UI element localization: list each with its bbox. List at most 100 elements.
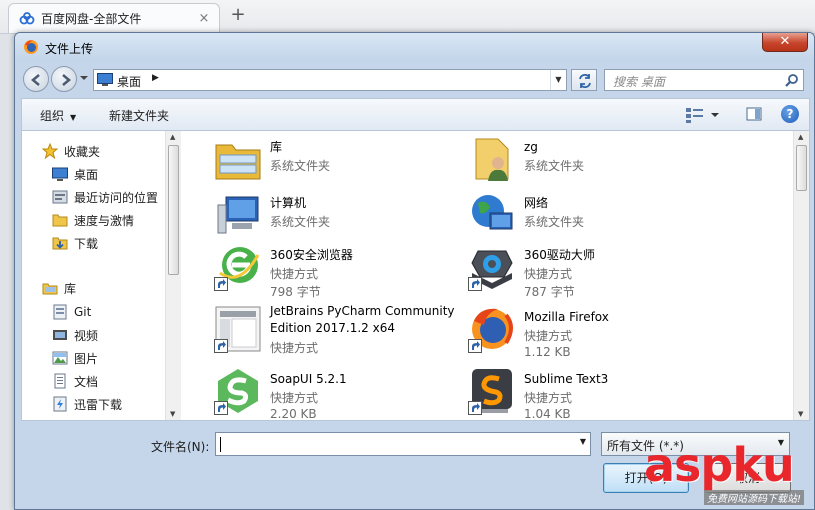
favorites-header[interactable]: 收藏夹 xyxy=(42,141,100,161)
sidebar-item-label: 桌面 xyxy=(74,167,99,182)
folder-icon xyxy=(52,214,68,227)
command-toolbar: 组织 ▼ 新建文件夹 ? xyxy=(21,98,810,130)
videos-icon xyxy=(53,330,67,340)
sidebar-item-desktop[interactable]: 桌面 xyxy=(52,164,98,184)
recent-places-icon xyxy=(52,190,68,204)
preview-pane-icon[interactable] xyxy=(746,106,762,122)
file-item[interactable]: zg 系统文件夹 xyxy=(468,135,718,193)
sidebar-item-pictures[interactable]: 图片 xyxy=(52,348,98,368)
file-item[interactable]: 库 系统文件夹 xyxy=(214,135,464,193)
help-icon[interactable]: ? xyxy=(781,105,799,123)
browser-tab-title: 百度网盘-全部文件 xyxy=(41,12,142,26)
scroll-thumb[interactable] xyxy=(796,145,807,191)
content-area: 收藏夹 桌面 最近访问的位置 速度与激情 下载 库 Git 视频 图片 文档 迅… xyxy=(21,130,810,421)
file-name: 计算机 xyxy=(270,196,307,210)
arrow-left-icon xyxy=(31,74,40,86)
cancel-button[interactable]: 取消 xyxy=(705,463,791,493)
sidebar-item-label: 视频 xyxy=(74,328,99,343)
file-name: 360安全浏览器 xyxy=(270,248,353,262)
files-scrollbar[interactable]: ▲ ▼ xyxy=(793,131,809,420)
documents-icon xyxy=(54,373,66,389)
sidebar-item-folder[interactable]: 速度与激情 xyxy=(52,210,134,230)
file-type: 快捷方式 xyxy=(270,341,319,355)
sidebar-item-downloads[interactable]: 下载 xyxy=(52,233,98,253)
file-name: Mozilla Firefox xyxy=(524,310,609,324)
search-box[interactable]: 搜索 桌面 xyxy=(604,69,804,91)
chevron-down-icon[interactable]: ▼ xyxy=(580,437,586,446)
file-item[interactable]: Mozilla Firefox 快捷方式 1.12 KB xyxy=(468,305,718,363)
file-type: 快捷方式 xyxy=(524,329,573,343)
firefox-icon xyxy=(24,40,38,54)
new-tab-button[interactable]: + xyxy=(228,5,248,25)
file-type-select[interactable]: 所有文件 (*.*) ▼ xyxy=(601,432,790,456)
file-item[interactable]: SoapUI 5.2.1 快捷方式 2.20 KB xyxy=(214,367,464,420)
browser-tab[interactable]: 百度网盘-全部文件 × xyxy=(8,3,220,33)
open-button[interactable]: 打开(O) xyxy=(603,463,689,493)
sidebar-item-label: 最近访问的位置 xyxy=(74,190,159,205)
file-type: 系统文件夹 xyxy=(524,159,585,173)
file-name: zg xyxy=(524,140,538,154)
file-item[interactable]: JetBrains PyCharm Community Edition 2017… xyxy=(214,304,464,357)
scroll-up-icon[interactable]: ▲ xyxy=(798,133,803,141)
sidebar-item-videos[interactable]: 视频 xyxy=(52,325,98,345)
file-name: 360驱动大师 xyxy=(524,248,595,262)
close-button[interactable]: ✕ xyxy=(762,33,808,52)
organize-menu[interactable]: 组织 ▼ xyxy=(40,107,76,124)
file-size: 798 字节 xyxy=(270,285,321,299)
dialog-titlebar[interactable]: 文件上传 ✕ xyxy=(15,33,814,61)
text-cursor xyxy=(220,437,221,452)
refresh-button[interactable] xyxy=(571,69,597,91)
shortcut-arrow-icon xyxy=(214,339,228,353)
library-icon xyxy=(215,144,261,180)
scroll-down-icon[interactable]: ▼ xyxy=(798,410,803,418)
desktop-icon xyxy=(97,73,113,86)
view-options-icon[interactable] xyxy=(684,106,724,124)
chevron-down-icon: ▼ xyxy=(777,438,784,447)
file-size: 787 字节 xyxy=(524,285,575,299)
search-icon[interactable] xyxy=(785,73,799,87)
sidebar-item-recent-places[interactable]: 最近访问的位置 xyxy=(52,187,158,207)
filename-label: 文件名(N): xyxy=(151,440,210,454)
forward-button[interactable] xyxy=(51,66,77,92)
breadcrumb-chevron-icon[interactable]: ▶ xyxy=(152,73,159,83)
baidu-cloud-icon xyxy=(19,11,35,24)
history-dropdown-icon[interactable] xyxy=(79,73,89,83)
tab-close-icon[interactable]: × xyxy=(195,11,213,26)
file-type: 快捷方式 xyxy=(270,267,319,281)
refresh-icon xyxy=(579,74,591,88)
file-item[interactable]: 网络 系统文件夹 xyxy=(468,191,718,249)
git-library-icon xyxy=(53,304,67,320)
scroll-up-icon[interactable]: ▲ xyxy=(170,133,175,141)
file-item[interactable]: Sublime Text3 快捷方式 1.04 KB xyxy=(468,367,718,420)
file-item[interactable]: 360安全浏览器 快捷方式 798 字节 xyxy=(214,243,464,301)
sidebar-item-git[interactable]: Git xyxy=(52,302,91,322)
back-button[interactable] xyxy=(23,66,49,92)
file-type: 快捷方式 xyxy=(524,267,573,281)
sidebar-item-label: 文档 xyxy=(74,374,99,389)
arrow-right-icon xyxy=(62,74,71,86)
sidebar-item-thunder-download[interactable]: 迅雷下载 xyxy=(52,394,122,414)
library-icon xyxy=(42,283,58,295)
navigation-scrollbar[interactable]: ▲ ▼ xyxy=(165,131,181,420)
address-location[interactable]: 桌面 xyxy=(117,73,141,90)
scroll-thumb[interactable] xyxy=(168,145,179,275)
file-item[interactable]: 360驱动大师 快捷方式 787 字节 xyxy=(468,243,718,301)
scroll-down-icon[interactable]: ▼ xyxy=(170,410,175,418)
file-name: Sublime Text3 xyxy=(524,372,609,386)
filename-input[interactable]: ▼ xyxy=(215,432,591,456)
user-folder-icon xyxy=(475,138,509,181)
chevron-down-icon: ▼ xyxy=(70,113,77,122)
search-placeholder: 搜索 桌面 xyxy=(613,75,665,89)
shortcut-arrow-icon xyxy=(468,339,482,353)
organize-label: 组织 xyxy=(40,109,65,123)
new-folder-button[interactable]: 新建文件夹 xyxy=(109,107,169,124)
address-dropdown-icon[interactable]: ▼ xyxy=(550,70,566,90)
file-item[interactable]: 计算机 系统文件夹 xyxy=(214,191,464,249)
file-name: 库 xyxy=(270,140,283,154)
address-bar[interactable]: 桌面 ▶ ▼ xyxy=(93,69,567,91)
libraries-label: 库 xyxy=(64,281,77,296)
libraries-header[interactable]: 库 xyxy=(42,278,76,298)
favorites-label: 收藏夹 xyxy=(64,144,101,159)
sidebar-item-label: 图片 xyxy=(74,351,99,366)
sidebar-item-documents[interactable]: 文档 xyxy=(52,371,98,391)
